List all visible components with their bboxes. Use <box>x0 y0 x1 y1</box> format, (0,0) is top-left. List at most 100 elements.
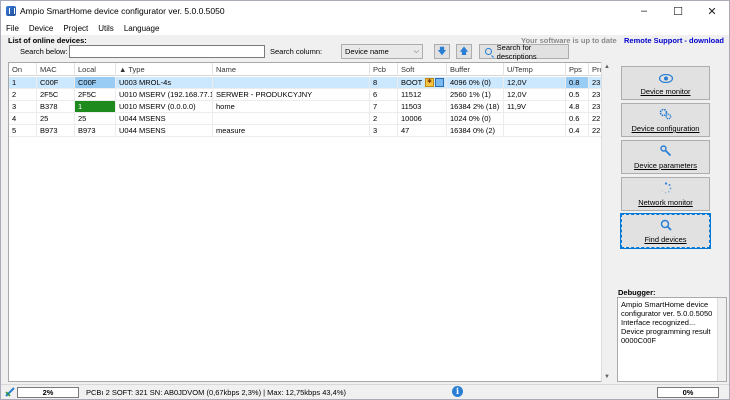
cell-mac: B378 <box>37 101 75 113</box>
table-scrollbar[interactable]: ▲ ▼ <box>601 62 612 382</box>
cell-buffer: 2560 1% (1) <box>447 89 504 101</box>
menu-file[interactable]: File <box>1 24 24 33</box>
remote-support-link[interactable]: Remote Support - download <box>624 36 724 45</box>
cell-pps: 0.5 <box>566 89 589 101</box>
cell-utemp <box>504 113 566 125</box>
search-column-value: Device name <box>345 47 389 56</box>
network-monitor-button[interactable]: Network monitor <box>621 177 710 211</box>
info-icon[interactable]: i <box>452 386 463 397</box>
cell-type: U044 MSENS <box>116 125 213 137</box>
eye-icon <box>658 74 673 83</box>
debugger-log[interactable]: Ampio SmartHome device configurator ver.… <box>617 297 727 382</box>
scroll-down-icon[interactable]: ▼ <box>602 372 612 382</box>
table-row[interactable]: 3 B378 1 U010 MSERV (0.0.0.0) home 7 115… <box>9 101 611 113</box>
device-parameters-button[interactable]: Device parameters <box>621 140 710 174</box>
online-devices-title: List of online devices: <box>8 36 87 45</box>
cell-local[interactable]: 1 <box>75 101 116 113</box>
arrow-up-icon: 🡅 <box>459 45 469 56</box>
device-configuration-button[interactable]: Device configuration <box>621 103 710 137</box>
cell-name <box>213 77 370 89</box>
search-input[interactable] <box>69 45 265 58</box>
cell-buffer: 16384 0% (2) <box>447 125 504 137</box>
cell-buffer: 16384 2% (18) <box>447 101 504 113</box>
cell-name: home <box>213 101 370 113</box>
debugger-line: Device programming result 0000C00F <box>621 327 713 345</box>
table-row[interactable]: 5 B973 B973 U044 MSENS measure 3 47 1638… <box>9 125 611 137</box>
cell-soft: 10006 <box>398 113 447 125</box>
cell-local[interactable]: 25 <box>75 113 116 125</box>
cell-soft: 47 <box>398 125 447 137</box>
move-up-button[interactable]: 🡅 <box>456 44 472 59</box>
col-name[interactable]: Name <box>213 63 370 76</box>
minimize-button[interactable]: – <box>627 1 661 21</box>
col-type[interactable]: ▲ Type <box>116 63 213 76</box>
search-descriptions-button[interactable]: Search for descriptions <box>479 43 569 61</box>
cell-type: U003 MROL-4s <box>116 77 213 89</box>
cell-soft-text: BOOT <box>401 78 423 87</box>
cell-mac: 2F5C <box>37 89 75 101</box>
cell-buffer: 1024 0% (0) <box>447 113 504 125</box>
cell-name: measure <box>213 125 370 137</box>
cell-pcb: 6 <box>370 89 398 101</box>
move-down-button[interactable]: 🡇 <box>434 44 450 59</box>
cell-pcb: 3 <box>370 125 398 137</box>
menu-project[interactable]: Project <box>58 24 93 33</box>
cell-pcb: 2 <box>370 113 398 125</box>
side-panel: Device monitor Device configuration Devi… <box>616 62 728 286</box>
table-row[interactable]: 2 2F5C 2F5C U010 MSERV (192.168.77.139) … <box>9 89 611 101</box>
table-row[interactable]: 1 C00F C00F U003 MROL-4s 8 BOOT ✱ 4096 0… <box>9 77 611 89</box>
menu-utils[interactable]: Utils <box>93 24 119 33</box>
col-soft[interactable]: Soft <box>398 63 447 76</box>
cell-type: U010 MSERV (0.0.0.0) <box>116 101 213 113</box>
col-local[interactable]: Local <box>75 63 116 76</box>
cell-mac: B973 <box>37 125 75 137</box>
firmware-icon[interactable] <box>435 78 444 87</box>
cell-on: 1 <box>9 77 37 89</box>
wrench-icon <box>659 145 671 157</box>
warning-gear-icon[interactable]: ✱ <box>425 78 434 87</box>
cell-local[interactable]: B973 <box>75 125 116 137</box>
window-title: Ampio SmartHome device configurator ver.… <box>20 6 225 16</box>
scroll-up-icon[interactable]: ▲ <box>602 62 612 72</box>
device-parameters-label: Device parameters <box>634 161 697 170</box>
col-pcb[interactable]: Pcb <box>370 63 398 76</box>
right-progress: 0% <box>657 387 719 398</box>
device-monitor-button[interactable]: Device monitor <box>621 66 710 100</box>
cell-utemp: 12,0V <box>504 89 566 101</box>
devices-table: On MAC Local ▲ Type Name Pcb Soft Buffer… <box>8 62 612 382</box>
debugger-title: Debugger: <box>618 288 656 297</box>
soft-status-icons: ✱ <box>425 78 444 87</box>
menu-bar: File Device Project Utils Language <box>1 21 729 35</box>
cell-soft: BOOT ✱ <box>398 77 447 89</box>
col-on[interactable]: On <box>9 63 37 76</box>
cell-pcb: 8 <box>370 77 398 89</box>
maximize-button[interactable]: ☐ <box>661 1 695 21</box>
cell-utemp: 12,0V <box>504 77 566 89</box>
cell-local[interactable]: 2F5C <box>75 89 116 101</box>
cell-local[interactable]: C00F <box>75 77 116 89</box>
menu-device[interactable]: Device <box>24 24 58 33</box>
cell-on: 4 <box>9 113 37 125</box>
col-pps[interactable]: Pps <box>566 63 589 76</box>
debugger-scrollbar[interactable] <box>717 298 726 381</box>
col-utemp[interactable]: U/Temp <box>504 63 566 76</box>
search-column-select[interactable]: Device name ⌵ <box>341 44 423 59</box>
find-devices-button[interactable]: Find devices <box>620 213 711 249</box>
search-label: Search below: <box>20 47 68 56</box>
search-column-label: Search column: <box>270 47 323 56</box>
cell-utemp <box>504 125 566 137</box>
close-button[interactable]: ✕ <box>695 1 729 21</box>
network-monitor-label: Network monitor <box>638 198 693 207</box>
status-text: PCBı 2 SOFT: 321 SN: AB0JDVOM (0,67kbps … <box>86 388 346 397</box>
debugger-line: Ampio SmartHome device configurator ver.… <box>621 300 713 318</box>
gears-icon <box>659 108 672 120</box>
device-configuration-label: Device configuration <box>631 124 700 133</box>
cell-mac: 25 <box>37 113 75 125</box>
col-buffer[interactable]: Buffer <box>447 63 504 76</box>
arrow-down-icon: 🡇 <box>437 45 447 56</box>
col-mac[interactable]: MAC <box>37 63 75 76</box>
chevron-down-icon: ⌵ <box>413 48 419 55</box>
menu-language[interactable]: Language <box>119 24 165 33</box>
cell-pcb: 7 <box>370 101 398 113</box>
table-row[interactable]: 4 25 25 U044 MSENS 2 10006 1024 0% (0) 0… <box>9 113 611 125</box>
